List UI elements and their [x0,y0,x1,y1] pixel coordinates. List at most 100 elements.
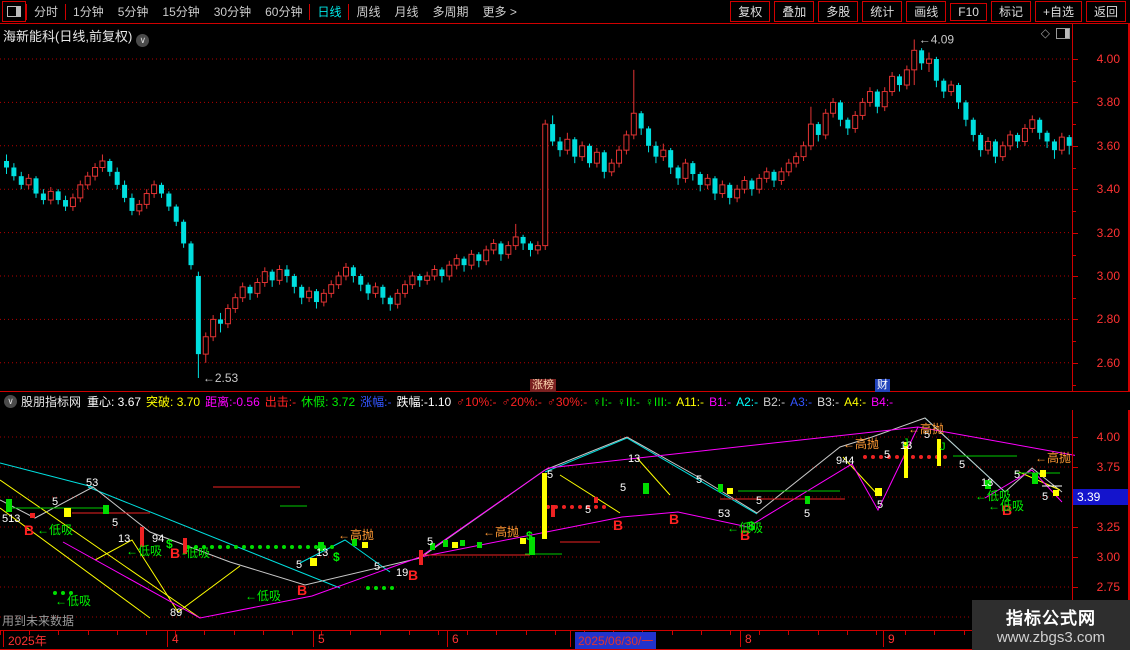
svg-text:←低吸: ←低吸 [126,544,162,558]
svg-text:5: 5 [427,536,433,548]
svg-text:13: 13 [316,547,328,559]
indicator-price-axis: 4.00 3.75 3.25 3.00 2.75 3.39 [1072,410,1130,630]
indicator-chart[interactable]: 513553513 9489135 5 1955135553555944 5135551… [0,410,1075,630]
app-root: 分时 1分钟 5分钟 15分钟 30分钟 60分钟 日线 周线 月线 多周期 更多 > 复权 叠加 多股… [0,0,1130,650]
indicator-param: 重心: 3.67 [87,394,142,409]
svg-text:5: 5 [884,449,890,461]
svg-text:B: B [24,522,34,538]
svg-text:←低吸: ←低吸 [55,594,91,608]
indicator-header: ∨ 股朋指标网 重心: 3.67 突破: 3.70 距离:-0.56 出击:- 休假: … [0,391,1130,410]
axis-label: 3.60 [1096,138,1120,153]
svg-text:←高抛: ←高抛 [908,421,944,436]
watermark-url: www.zbgs3.com [996,629,1106,646]
svg-text:←高抛: ←高抛 [338,527,374,542]
current-value-badge: 3.39 [1073,489,1128,505]
toolbar-button-标记[interactable]: 标记 [990,1,1031,22]
toolbar-item-多周期[interactable]: 多周期 [426,3,476,20]
indicator-param: B1:- [709,394,732,409]
stock-title-text: 海新能科(日线,前复权) [3,29,133,44]
toolbar-item-日线[interactable]: 日线 [310,3,348,20]
action-toolbar: 复权 叠加 多股 统计 画线 F10 标记 +自选 返回 [726,0,1126,23]
svg-text:513: 513 [2,513,20,525]
toolbar-item-周线[interactable]: 周线 [349,3,387,20]
svg-text:J: J [940,441,946,453]
indicator-param: ♀III:- [644,394,672,409]
toolbar-button-叠加[interactable]: 叠加 [774,1,815,22]
date-label: 2025年 [8,634,47,648]
svg-text:5: 5 [756,495,762,507]
svg-text:←低吸: ←低吸 [988,499,1024,513]
chart-corner-tools: ◇ [1041,26,1070,40]
svg-text:←低吸: ←低吸 [37,523,73,537]
toolbar-item-5分钟[interactable]: 5分钟 [111,3,156,20]
axis-label: 3.00 [1096,269,1120,283]
toolbar-button-画线[interactable]: 画线 [906,1,947,22]
indicator-param: 跌幅:-1.10 [396,394,452,409]
svg-text:5: 5 [1042,491,1048,503]
indicator-param: ♀I:- [592,394,612,409]
toolbar-item-分时[interactable]: 分时 [27,3,65,20]
indicator-param: A4:- [844,394,867,409]
chevron-down-icon[interactable]: ∨ [136,34,150,47]
indicator-source[interactable]: 股朋指标网 [21,393,81,410]
svg-text:53: 53 [86,477,98,489]
axis-label: 3.20 [1096,225,1120,240]
layout-toggle-button[interactable] [2,1,26,22]
toolbar-button-F10[interactable]: F10 [950,2,987,21]
selected-date-label: 2025/06/30/一 [575,632,657,649]
toolbar-item-更多 >[interactable]: 更多 > [476,3,524,20]
indicator-params: 重心: 3.67 突破: 3.70 距离:-0.56 出击:- 休假: 3.72 涨幅:-… [87,393,898,410]
indicator-param: ♂30%:- [546,394,588,409]
toolbar-button-返回[interactable]: 返回 [1085,1,1126,22]
chevron-down-circle-icon[interactable]: ∨ [4,394,17,408]
svg-text:←低吸: ←低吸 [727,521,763,535]
svg-text:B: B [613,517,623,533]
indicator-param: A11:- [676,394,705,409]
svg-text:5: 5 [374,561,380,573]
toolbar-button-复权[interactable]: 复权 [730,1,771,22]
date-axis[interactable]: 2025年 4 5 6 2025/06/30/一 8 9 [0,630,1130,650]
svg-text:5: 5 [112,517,118,529]
main-chart-pane: 海新能科(日线,前复权) ∨ ◇ ←2.53 ←4.09 4.00 3.80 3.60 3… [0,24,1130,392]
axis-label: 2.60 [1096,355,1120,370]
indicator-param: 突破: 3.70 [146,394,201,409]
split-window-icon[interactable] [1056,27,1070,39]
axis-label: 3.80 [1096,95,1120,110]
toolbar-item-月线[interactable]: 月线 [388,3,426,20]
date-label: 9 [888,632,895,646]
svg-text:B: B [297,582,307,598]
axis-label: 4.00 [1096,52,1120,66]
svg-text:←高抛: ←高抛 [1035,450,1071,465]
svg-text:5: 5 [547,469,553,481]
top-toolbar: 分时 1分钟 5分钟 15分钟 30分钟 60分钟 日线 周线 月线 多周期 更多 > 复权 叠加 多股… [0,0,1130,24]
chart-badge-财[interactable]: 财 [875,379,890,392]
diamond-icon[interactable]: ◇ [1041,26,1050,40]
toolbar-item-60分钟[interactable]: 60分钟 [258,3,309,20]
future-data-note: 用到未来数据 [2,614,75,628]
watermark-title: 指标公式网 [1006,609,1096,628]
svg-text:$: $ [166,537,173,551]
toolbar-item-15分钟[interactable]: 15分钟 [155,3,206,20]
toolbar-button-+自选[interactable]: +自选 [1034,1,1082,22]
indicator-pane: 513 5 53 5 13 94 89 13 5 5 19 5 5 13 5 5 53 5 5 5 944 5 13 5 5 5 1… [0,410,1130,630]
toolbar-button-统计[interactable]: 统计 [862,1,903,22]
axis-label: 3.40 [1096,182,1120,197]
toolbar-item-1分钟[interactable]: 1分钟 [66,3,111,20]
svg-text:5: 5 [620,482,626,494]
toolbar-item-30分钟[interactable]: 30分钟 [207,3,258,20]
svg-text:5: 5 [1014,469,1020,481]
svg-text:←2.53: ←2.53 [203,371,239,385]
svg-text:5: 5 [585,504,591,516]
indicator-param: 涨幅:- [360,394,392,409]
svg-text:5: 5 [959,459,965,471]
svg-text:B: B [669,511,679,527]
date-label: 8 [745,632,752,646]
indicator-param: ♂20%:- [501,394,542,409]
watermark-panel: 指标公式网 www.zbgs3.com [972,600,1130,650]
candlestick-chart[interactable]: ←2.53 ←4.09 [0,24,1075,391]
toolbar-button-多股[interactable]: 多股 [818,1,859,22]
svg-text:5: 5 [804,508,810,520]
chart-badge-涨榜[interactable]: 涨榜 [530,379,556,392]
svg-text:B: B [408,567,418,583]
svg-text:$: $ [748,519,755,533]
